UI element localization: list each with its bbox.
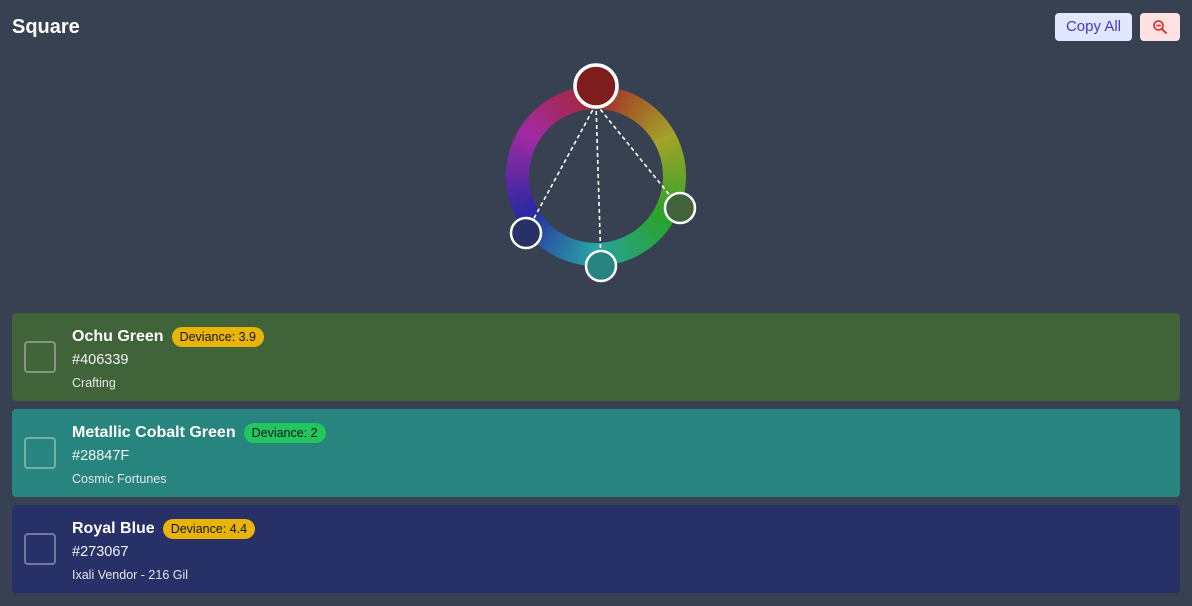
header-actions: Copy All	[1054, 13, 1180, 41]
color-name: Metallic Cobalt Green	[72, 424, 236, 441]
color-source: Crafting	[72, 376, 116, 390]
page: Square Copy All Ochu Green Deviance: 3.9…	[0, 0, 1192, 606]
color-source: Cosmic Fortunes	[72, 472, 167, 486]
deviance-badge: Deviance: 2	[243, 423, 326, 443]
select-checkbox[interactable]	[24, 341, 56, 373]
page-title: Square	[12, 16, 80, 38]
color-wheel	[506, 63, 697, 283]
copy-all-button[interactable]: Copy All	[1054, 13, 1132, 41]
color-card[interactable]: Ochu Green Deviance: 3.9 #406339 Craftin…	[12, 313, 1180, 401]
color-name: Royal Blue	[72, 520, 155, 537]
select-checkbox[interactable]	[24, 533, 56, 565]
base-color-dot[interactable]	[573, 63, 619, 109]
color-hex: #406339	[72, 352, 129, 368]
deviance-badge: Deviance: 4.4	[162, 519, 256, 539]
color-name: Ochu Green	[72, 328, 164, 345]
color-hex: #28847F	[72, 448, 130, 464]
color-hex: #273067	[72, 544, 129, 560]
select-checkbox[interactable]	[24, 437, 56, 469]
color-card[interactable]: Royal Blue Deviance: 4.4 #273067 Ixali V…	[12, 505, 1180, 593]
color-card[interactable]: Metallic Cobalt Green Deviance: 2 #28847…	[12, 409, 1180, 497]
color-source: Ixali Vendor - 216 Gil	[72, 568, 189, 582]
harmony-line	[595, 103, 602, 267]
harmony-color-dot[interactable]	[509, 216, 543, 250]
harmony-color-dot[interactable]	[663, 191, 697, 225]
harmony-color-dot[interactable]	[584, 249, 618, 283]
zoom-out-button[interactable]	[1140, 13, 1180, 41]
zoom-out-icon	[1152, 19, 1168, 35]
deviance-badge: Deviance: 3.9	[171, 327, 265, 347]
